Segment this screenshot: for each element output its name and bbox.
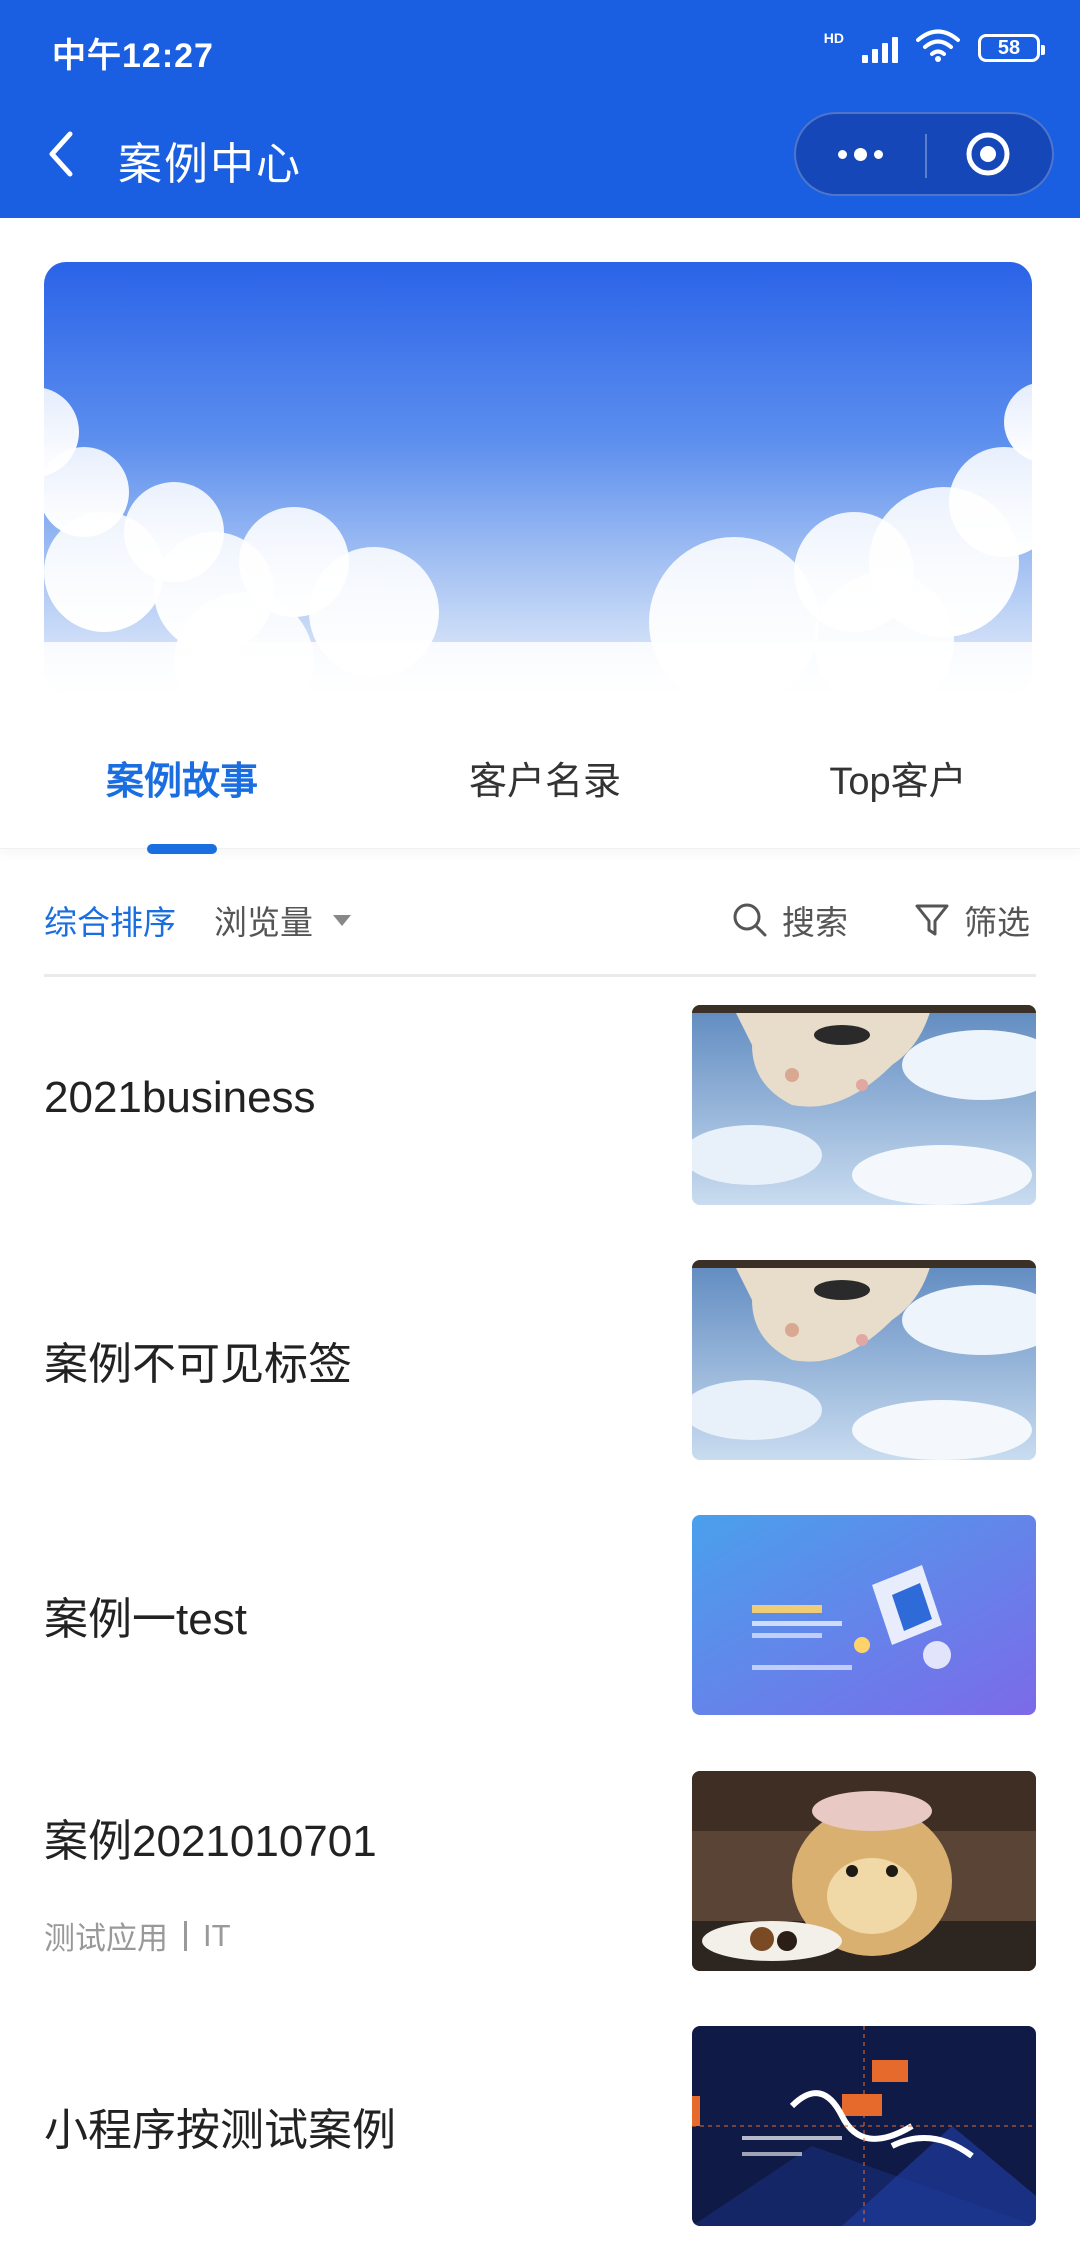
- tab-label: 客户名录: [468, 760, 621, 803]
- case-thumbnail: [692, 1771, 1036, 1971]
- tab-customer-directory[interactable]: 客户名录: [407, 706, 683, 848]
- chevron-left-icon: [49, 131, 73, 177]
- case-thumbnail: [692, 2026, 1036, 2226]
- case-title: 小程序按测试案例: [44, 2106, 396, 2155]
- funnel-icon: [915, 904, 949, 936]
- wifi-icon: [916, 29, 960, 68]
- tab-active-indicator: [147, 844, 217, 854]
- clouds-illustration: [44, 383, 1032, 692]
- caret-down-icon: [333, 914, 351, 926]
- tab-top-customers[interactable]: Top客户: [760, 706, 1036, 848]
- case-tags: 测试应用 IT: [44, 1913, 231, 1958]
- hero-banner: [44, 262, 1032, 692]
- status-time: 中午12:27: [52, 37, 214, 75]
- filter-button[interactable]: 筛选: [914, 896, 1030, 944]
- case-title: 案例一test: [44, 1595, 247, 1644]
- top-header: 中午12:27 HD 58 案例中心: [0, 0, 1080, 218]
- case-title: 案例2021010701: [44, 1817, 377, 1866]
- case-item[interactable]: 小程序按测试案例: [44, 2026, 1036, 2226]
- case-thumbnail: [692, 1260, 1036, 1460]
- network-type: HD: [823, 30, 844, 46]
- page-title: 案例中心: [118, 140, 302, 189]
- case-title: 2021business: [44, 1073, 316, 1122]
- tab-case-stories[interactable]: 案例故事: [44, 706, 320, 854]
- tab-label: 案例故事: [105, 760, 258, 803]
- search-icon: [733, 903, 767, 937]
- case-tag: IT: [203, 1917, 231, 1953]
- case-title: 案例不可见标签: [44, 1340, 352, 1389]
- battery-icon: 58: [978, 34, 1045, 62]
- signal-icon: [862, 33, 898, 63]
- more-button[interactable]: [796, 114, 924, 194]
- more-dots-icon: [837, 147, 883, 161]
- sort-composite-button[interactable]: 综合排序: [44, 896, 176, 944]
- case-item[interactable]: 案例一test: [44, 1515, 1036, 1715]
- sort-views-dropdown[interactable]: 浏览量: [214, 896, 351, 944]
- case-item[interactable]: 案例2021010701 测试应用 IT: [44, 1771, 1036, 1971]
- status-icons: HD 58: [823, 28, 1045, 68]
- filter-bar: 综合排序 浏览量 搜索 筛选: [44, 868, 1036, 977]
- miniprogram-capsule: [794, 112, 1054, 196]
- close-miniprogram-button[interactable]: [924, 114, 1052, 194]
- case-tag: 测试应用: [44, 1921, 168, 1956]
- case-item[interactable]: 2021business: [44, 1005, 1036, 1205]
- tab-bar: 案例故事 客户名录 Top客户: [0, 706, 1080, 854]
- case-thumbnail: [692, 1005, 1036, 1205]
- case-thumbnail: [692, 1515, 1036, 1715]
- case-item[interactable]: 案例不可见标签: [44, 1260, 1036, 1460]
- search-button[interactable]: 搜索: [732, 896, 848, 944]
- target-close-icon: [966, 132, 1010, 176]
- nav-bar: 案例中心: [0, 100, 1080, 210]
- back-button[interactable]: [40, 126, 80, 182]
- status-bar: 中午12:27 HD 58: [0, 0, 1080, 96]
- tab-label: Top客户: [829, 760, 967, 803]
